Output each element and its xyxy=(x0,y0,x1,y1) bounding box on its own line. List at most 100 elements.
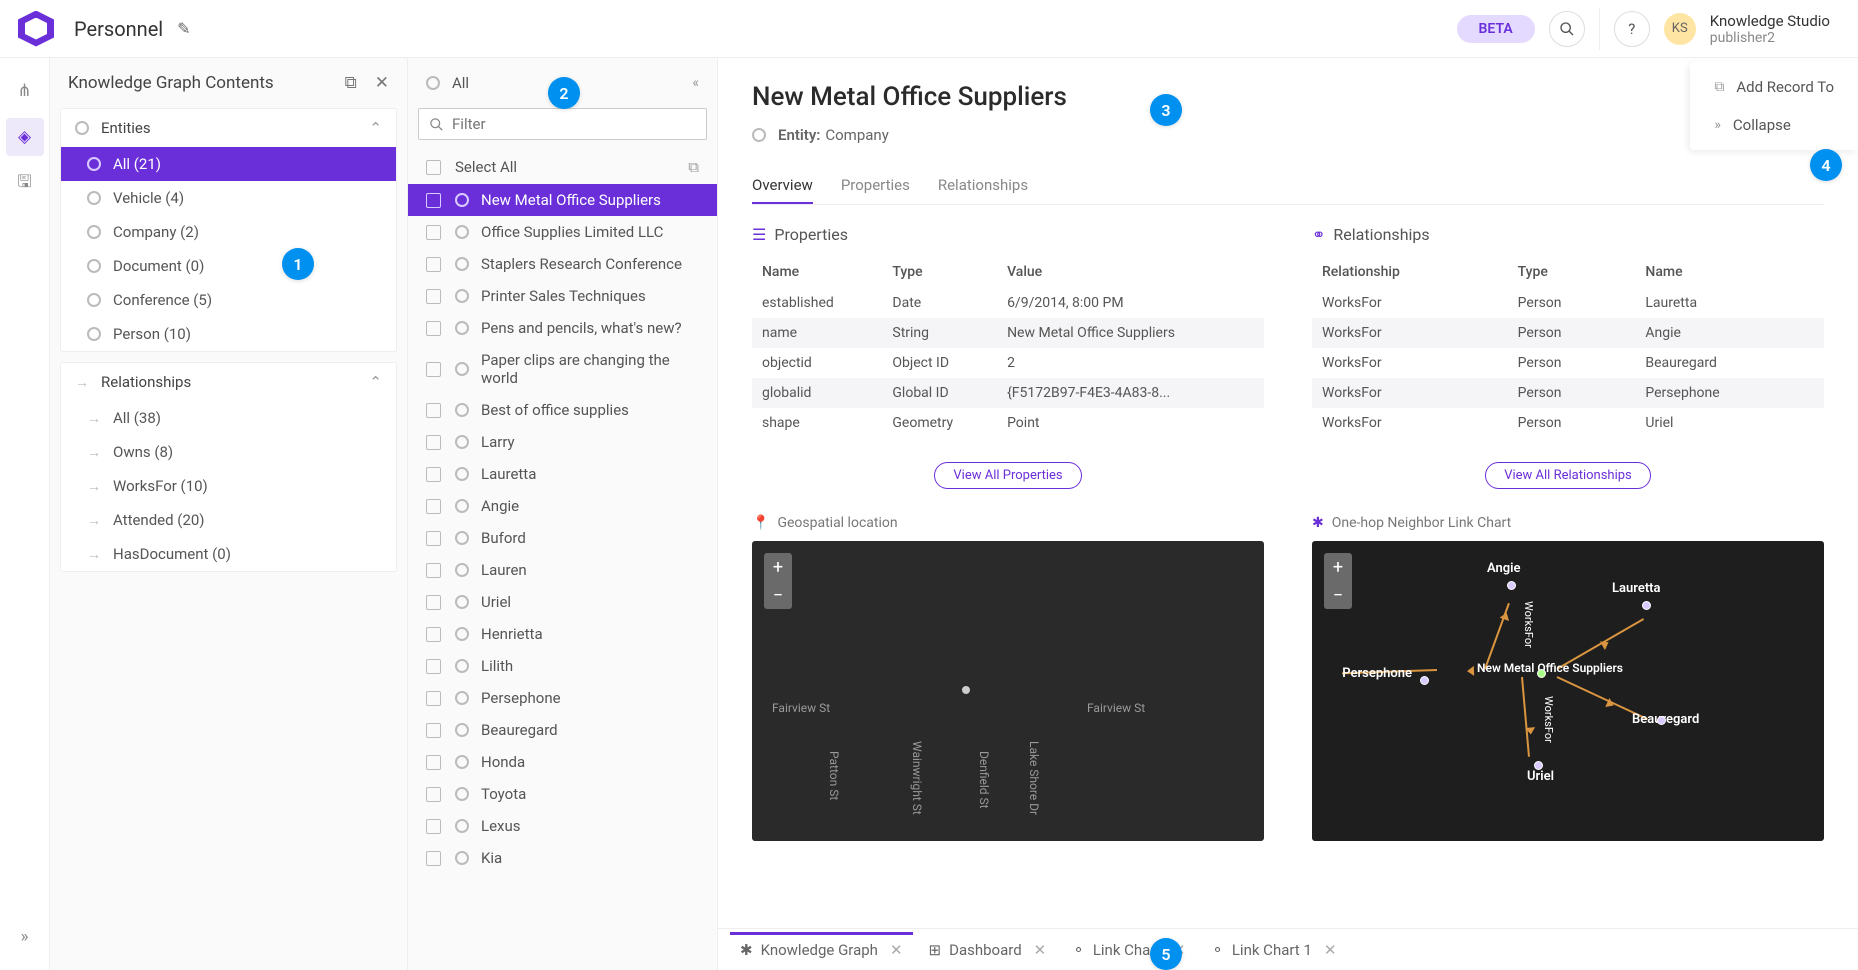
table-link[interactable]: Persephone xyxy=(1635,378,1824,408)
record-item[interactable]: Lauretta xyxy=(408,458,717,490)
relationship-item[interactable]: →WorksFor (10) xyxy=(61,469,396,503)
close-tab-icon[interactable]: ✕ xyxy=(890,941,903,959)
record-item[interactable]: Uriel xyxy=(408,586,717,618)
record-item[interactable]: Pens and pencils, what's new? xyxy=(408,312,717,344)
record-item[interactable]: New Metal Office Suppliers xyxy=(408,184,717,216)
rail-layers-icon[interactable]: ◈ xyxy=(6,118,44,156)
entity-item[interactable]: Company (2) xyxy=(61,215,396,249)
relationship-item[interactable]: →All (38) xyxy=(61,401,396,435)
view-all-relationships-button[interactable]: View All Relationships xyxy=(1485,462,1651,489)
relationship-item[interactable]: →Attended (20) xyxy=(61,503,396,537)
record-item[interactable]: Angie xyxy=(408,490,717,522)
record-item[interactable]: Printer Sales Techniques xyxy=(408,280,717,312)
edit-icon[interactable]: ✎ xyxy=(177,19,190,38)
close-tab-icon[interactable]: ✕ xyxy=(1034,941,1047,959)
record-item[interactable]: Lilith xyxy=(408,650,717,682)
view-all-properties-button[interactable]: View All Properties xyxy=(934,462,1081,489)
record-item[interactable]: Best of office supplies xyxy=(408,394,717,426)
bottom-tab[interactable]: ⊞Dashboard✕ xyxy=(919,932,1057,968)
geo-map[interactable]: +− Fairview St Fairview St Patton St Wai… xyxy=(752,541,1264,841)
zoom-in-button[interactable]: + xyxy=(764,553,792,581)
checkbox-icon[interactable] xyxy=(426,467,441,482)
record-item[interactable]: Toyota xyxy=(408,778,717,810)
entity-item[interactable]: Conference (5) xyxy=(61,283,396,317)
entities-section-head[interactable]: Entities ⌃ xyxy=(61,109,396,147)
checkbox-icon[interactable] xyxy=(426,787,441,802)
record-item[interactable]: Lexus xyxy=(408,810,717,842)
table-link[interactable]: Angie xyxy=(1635,318,1824,348)
zoom-out-button[interactable]: − xyxy=(1324,581,1352,609)
checkbox-icon[interactable] xyxy=(426,659,441,674)
add-record-to-button[interactable]: ⧉Add Record To xyxy=(1690,68,1858,106)
record-item[interactable]: Beauregard xyxy=(408,714,717,746)
checkbox-icon[interactable] xyxy=(426,435,441,450)
table-link[interactable]: WorksFor xyxy=(1312,318,1508,348)
checkbox-icon[interactable] xyxy=(426,755,441,770)
checkbox-icon[interactable] xyxy=(426,563,441,578)
table-link[interactable]: WorksFor xyxy=(1312,348,1508,378)
help-button[interactable]: ? xyxy=(1614,11,1650,47)
filter-input-wrapper[interactable] xyxy=(418,108,707,140)
app-logo[interactable] xyxy=(18,11,54,47)
entity-item[interactable]: Person (10) xyxy=(61,317,396,351)
collapse-button[interactable]: »Collapse xyxy=(1690,106,1858,144)
tab-overview[interactable]: Overview xyxy=(752,168,813,204)
relationships-section-head[interactable]: → Relationships ⌃ xyxy=(61,363,396,401)
table-link[interactable]: Uriel xyxy=(1635,408,1824,438)
entity-item[interactable]: Vehicle (4) xyxy=(61,181,396,215)
zoom-in-button[interactable]: + xyxy=(1324,553,1352,581)
checkbox-icon[interactable] xyxy=(426,531,441,546)
tab-properties[interactable]: Properties xyxy=(841,168,910,204)
bottom-tab[interactable]: ⚬Link Chart 1✕ xyxy=(1201,932,1346,968)
record-item[interactable]: Buford xyxy=(408,522,717,554)
table-link[interactable]: WorksFor xyxy=(1312,288,1508,318)
record-item[interactable]: Staplers Research Conference xyxy=(408,248,717,280)
checkbox-icon[interactable] xyxy=(426,160,441,175)
rail-expand-icon[interactable]: » xyxy=(6,918,44,956)
record-item[interactable]: Persephone xyxy=(408,682,717,714)
search-button[interactable] xyxy=(1549,11,1585,47)
checkbox-icon[interactable] xyxy=(426,225,441,240)
table-link[interactable]: Lauretta xyxy=(1635,288,1824,318)
record-item[interactable]: Office Supplies Limited LLC xyxy=(408,216,717,248)
select-all-row[interactable]: Select All ⧉ xyxy=(408,150,717,184)
checkbox-icon[interactable] xyxy=(426,595,441,610)
checkbox-icon[interactable] xyxy=(426,723,441,738)
entity-item[interactable]: Document (0) xyxy=(61,249,396,283)
checkbox-icon[interactable] xyxy=(426,499,441,514)
checkbox-icon[interactable] xyxy=(426,257,441,272)
checkbox-icon[interactable] xyxy=(426,289,441,304)
record-item[interactable]: Lauren xyxy=(408,554,717,586)
record-item[interactable]: Honda xyxy=(408,746,717,778)
zoom-out-button[interactable]: − xyxy=(764,581,792,609)
relationship-item[interactable]: →Owns (8) xyxy=(61,435,396,469)
checkbox-icon[interactable] xyxy=(426,403,441,418)
bottom-tab[interactable]: ✱Knowledge Graph✕ xyxy=(730,932,913,968)
entity-item[interactable]: All (21) xyxy=(61,147,396,181)
close-panel1-icon[interactable]: ✕ xyxy=(375,73,389,93)
checkbox-icon[interactable] xyxy=(426,193,441,208)
expand-icon[interactable]: ⧉ xyxy=(688,158,699,176)
table-link[interactable]: Beauregard xyxy=(1635,348,1824,378)
collapse-panel2-icon[interactable]: « xyxy=(692,75,699,91)
record-item[interactable]: Larry xyxy=(408,426,717,458)
relationship-item[interactable]: →HasDocument (0) xyxy=(61,537,396,571)
table-link[interactable]: WorksFor xyxy=(1312,378,1508,408)
tab-relationships[interactable]: Relationships xyxy=(938,168,1028,204)
record-item[interactable]: Henrietta xyxy=(408,618,717,650)
checkbox-icon[interactable] xyxy=(426,321,441,336)
record-item[interactable]: Paper clips are changing the world xyxy=(408,344,717,394)
checkbox-icon[interactable] xyxy=(426,362,441,377)
table-link[interactable]: WorksFor xyxy=(1312,408,1508,438)
checkbox-icon[interactable] xyxy=(426,627,441,642)
rail-save-icon[interactable]: 🖫 xyxy=(6,164,44,202)
close-tab-icon[interactable]: ✕ xyxy=(1324,941,1337,959)
record-item[interactable]: Kia xyxy=(408,842,717,874)
checkbox-icon[interactable] xyxy=(426,819,441,834)
checkbox-icon[interactable] xyxy=(426,691,441,706)
avatar[interactable]: KS xyxy=(1664,13,1696,45)
filter-input[interactable] xyxy=(452,115,696,133)
checkbox-icon[interactable] xyxy=(426,851,441,866)
add-content-icon[interactable]: ⧉ xyxy=(345,73,357,93)
link-chart[interactable]: +− WorksFor WorksFor Angie Lauretta Beau xyxy=(1312,541,1824,841)
